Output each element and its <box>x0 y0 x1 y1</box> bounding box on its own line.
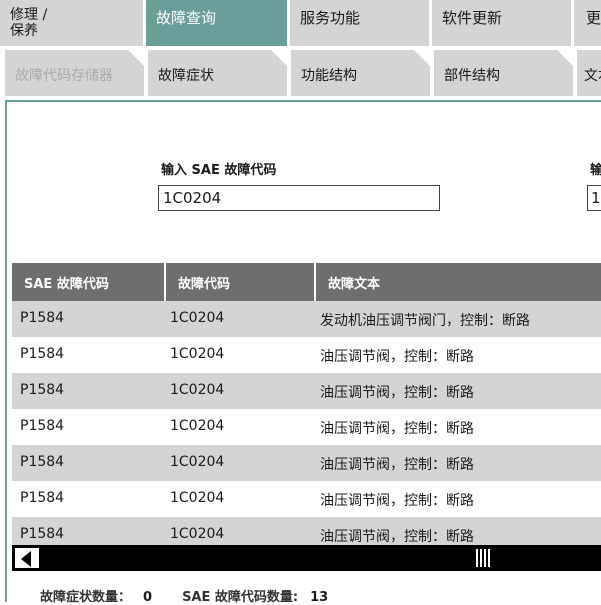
table-row[interactable]: P1584 1C0204 油压调节阀，控制：断路 <box>12 337 601 373</box>
cell-fault-code: 1C0204 <box>170 382 225 398</box>
cell-sae-code: P1584 <box>20 490 65 506</box>
cell-fault-code: 1C0204 <box>170 418 225 434</box>
sae-code-label: 输入 SAE 故障代码 <box>161 163 277 178</box>
sae-code-input[interactable]: 1C0204 <box>158 185 440 211</box>
tab-label: 更 <box>586 9 601 27</box>
subtab-label: 故障症状 <box>158 68 214 84</box>
cell-fault-text: 油压调节阀，控制：断路 <box>320 421 474 437</box>
table-row[interactable]: P1584 1C0204 油压调节阀，控制：断路 <box>12 409 601 445</box>
subtab-fault-symptoms[interactable]: 故障症状 <box>148 50 287 96</box>
main-tab-bar: 修理 / 保养 故障查询 服务功能 软件更新 更 <box>0 0 601 46</box>
tab-label: 软件更新 <box>442 9 503 27</box>
cell-sae-code: P1584 <box>20 346 65 362</box>
sae-count-value: 13 <box>310 590 329 605</box>
subtab-label: 文本 <box>584 68 601 84</box>
tab-label: 故障查询 <box>156 9 217 27</box>
symptom-count-value: 0 <box>143 590 153 605</box>
secondary-input-label: 输 <box>590 163 601 178</box>
subtab-fault-memory: 故障代码存储器 <box>5 50 144 96</box>
cell-fault-text: 油压调节阀，控制：断路 <box>320 493 474 509</box>
subtab-label: 功能结构 <box>301 68 357 84</box>
cell-fault-code: 1C0204 <box>170 526 225 542</box>
scrollbar-thumb[interactable] <box>476 549 492 567</box>
cell-fault-text: 油压调节阀，控制：断路 <box>320 349 474 365</box>
column-header-fault-code[interactable]: 故障代码 <box>164 263 314 301</box>
table-row[interactable]: P1584 1C0204 油压调节阀，控制：断路 <box>12 517 601 545</box>
column-header-fault-text[interactable]: 故障文本 <box>314 263 601 301</box>
cell-sae-code: P1584 <box>20 454 65 470</box>
cell-fault-code: 1C0204 <box>170 310 225 326</box>
secondary-input[interactable]: 1 <box>587 185 601 211</box>
cell-fault-code: 1C0204 <box>170 346 225 362</box>
cell-fault-code: 1C0204 <box>170 454 225 470</box>
table-row[interactable]: P1584 1C0204 油压调节阀，控制：断路 <box>12 445 601 481</box>
sub-tab-bar: 故障代码存储器 故障症状 功能结构 部件结构 文本 <box>0 50 601 96</box>
fault-code-table: SAE 故障代码 故障代码 故障文本 P1584 1C0204 发动机油压调节阀… <box>12 263 601 545</box>
tab-repair-maintenance[interactable]: 修理 / 保养 <box>0 0 143 46</box>
symptom-count-label: 故障症状数量： <box>40 590 132 605</box>
cell-fault-text: 油压调节阀，控制：断路 <box>320 385 474 401</box>
tab-fault-query[interactable]: 故障查询 <box>146 0 287 46</box>
table-row[interactable]: P1584 1C0204 油压调节阀，控制：断路 <box>12 481 601 517</box>
subtab-label: 故障代码存储器 <box>15 68 113 84</box>
cell-fault-text: 油压调节阀，控制：断路 <box>320 457 474 473</box>
scroll-left-arrow-icon[interactable] <box>14 547 40 569</box>
subtab-label: 部件结构 <box>444 68 500 84</box>
table-row[interactable]: P1584 1C0204 发动机油压调节阀门，控制：断路 <box>12 301 601 337</box>
subtab-component-structure[interactable]: 部件结构 <box>434 50 573 96</box>
tab-software-update[interactable]: 软件更新 <box>432 0 571 46</box>
sae-count-label: SAE 故障代码数量: <box>182 590 299 605</box>
result-summary: 故障症状数量： 0 SAE 故障代码数量: 13 <box>40 586 358 605</box>
table-row[interactable]: P1584 1C0204 油压调节阀，控制：断路 <box>12 373 601 409</box>
tab-label-line2: 保养 <box>10 23 38 39</box>
tab-label-line1: 修理 / <box>10 7 48 23</box>
cell-sae-code: P1584 <box>20 382 65 398</box>
subtab-function-structure[interactable]: 功能结构 <box>291 50 430 96</box>
cell-sae-code: P1584 <box>20 526 65 542</box>
subtab-text[interactable]: 文本 <box>577 50 601 96</box>
table-header: SAE 故障代码 故障代码 故障文本 <box>12 263 601 301</box>
horizontal-scrollbar[interactable] <box>12 545 601 571</box>
column-header-sae-code[interactable]: SAE 故障代码 <box>12 263 164 301</box>
cell-sae-code: P1584 <box>20 310 65 326</box>
cell-fault-text: 油压调节阀，控制：断路 <box>320 529 474 545</box>
tab-label: 服务功能 <box>300 9 361 27</box>
cell-fault-text: 发动机油压调节阀门，控制：断路 <box>320 313 530 329</box>
cell-fault-code: 1C0204 <box>170 490 225 506</box>
tab-more[interactable]: 更 <box>574 0 601 46</box>
cell-sae-code: P1584 <box>20 418 65 434</box>
tab-service-functions[interactable]: 服务功能 <box>290 0 429 46</box>
